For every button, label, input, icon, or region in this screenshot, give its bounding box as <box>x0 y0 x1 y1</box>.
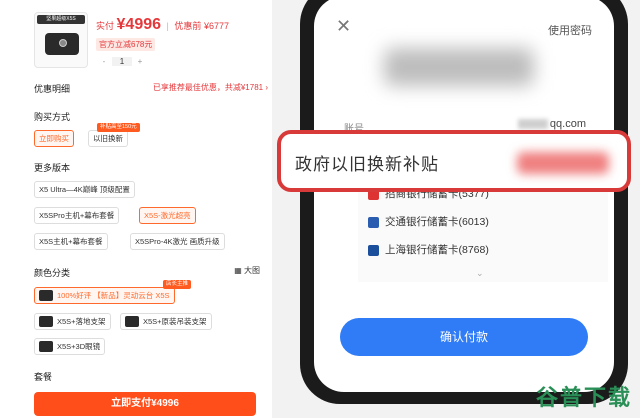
purchase-method-title: 购买方式 <box>34 112 71 122</box>
color-option[interactable]: X5S+原装吊装支架 <box>120 313 212 330</box>
color-option[interactable]: X5S+3D眼镜 <box>34 338 106 355</box>
product-mini-icon <box>125 315 139 327</box>
product-mini-icon <box>39 315 53 327</box>
product-thumbnail[interactable]: 坚果超级X5S <box>34 12 88 68</box>
account-domain: qq.com <box>549 118 586 130</box>
original-price-label: 优惠前 <box>174 21 202 31</box>
discount-title: 优惠明细 <box>34 84 71 94</box>
thumbnail-tag: 坚果超级X5S <box>37 15 85 24</box>
site-watermark: 谷普下载 <box>535 386 632 411</box>
decrease-button[interactable]: - <box>96 57 112 66</box>
color-option-label: X5S+落地支架 <box>57 317 106 326</box>
color-option-label: X5S+3D眼镜 <box>57 342 101 351</box>
color-option-selected[interactable]: 店长主推 100%好评 【新品】灵动云台 X5S <box>34 280 192 304</box>
color-option-label: X5S+原装吊装支架 <box>143 317 207 326</box>
phone-frame: ✕ 使用密码 账号 qq.com 招商银行储蓄卡(5377) 交通银行储蓄卡(6… <box>300 0 628 404</box>
subsidy-badge: 官方立减678元 <box>96 38 156 51</box>
trade-in-label: 以旧换新 <box>93 134 123 143</box>
bank-card-item[interactable]: 上海银行储蓄卡(8768) <box>368 242 489 257</box>
chevron-down-icon[interactable]: ⌄ <box>476 268 484 279</box>
actual-price-label: 实付 <box>96 21 115 31</box>
bank-card-item[interactable]: 交通银行储蓄卡(6013) <box>368 214 489 229</box>
version-option[interactable]: X5 Ultra—4K巅峰 顶级配置 <box>34 181 135 198</box>
bocom-bank-icon <box>368 216 379 228</box>
product-mini-icon <box>39 289 53 301</box>
bos-bank-icon <box>368 244 379 256</box>
subsidy-callout: 政府以旧换新补贴 <box>277 130 631 192</box>
account-value: qq.com <box>517 118 586 130</box>
increase-button[interactable]: + <box>132 57 148 66</box>
versions-title: 更多版本 <box>34 163 71 173</box>
color-option-label: 100%好评 【新品】灵动云台 X5S <box>57 291 170 300</box>
bank-card-list: 招商银行储蓄卡(5377) 交通银行储蓄卡(6013) 上海银行储蓄卡(8768… <box>358 184 608 282</box>
lens-icon <box>59 39 67 47</box>
version-option-selected[interactable]: X5S-激光超亮 <box>139 207 196 224</box>
price-separator: | <box>166 21 169 31</box>
quantity-value[interactable]: 1 <box>112 56 132 66</box>
trade-in-badge: 补贴高至150元 <box>97 123 140 132</box>
blurred-subsidy-amount <box>517 152 609 174</box>
phone-screenshot: ✕ 使用密码 账号 qq.com 招商银行储蓄卡(5377) 交通银行储蓄卡(6… <box>272 0 640 418</box>
actual-price: ¥4996 <box>116 16 162 33</box>
pay-now-button[interactable]: 立即支付¥4996 <box>34 392 256 416</box>
version-option[interactable]: X5S主机+幕布套餐 <box>34 233 108 250</box>
color-category-title: 颜色分类 <box>34 268 71 278</box>
blurred-amount <box>384 48 534 86</box>
bank-card-label: 交通银行储蓄卡(6013) <box>385 216 489 228</box>
confirm-payment-button[interactable]: 确认付款 <box>340 318 588 356</box>
original-price: ¥6777 <box>203 21 229 31</box>
version-option[interactable]: X5SPro主机+幕布套餐 <box>34 207 120 224</box>
payment-screen: ✕ 使用密码 账号 qq.com 招商银行储蓄卡(5377) 交通银行储蓄卡(6… <box>314 0 614 392</box>
product-mini-icon <box>39 340 53 352</box>
big-view-label: 大图 <box>244 266 260 275</box>
grid-icon: ▦ <box>234 266 244 275</box>
color-option[interactable]: X5S+落地支架 <box>34 313 111 330</box>
package-title: 套餐 <box>34 372 53 382</box>
order-panel: 坚果超级X5S 实付 ¥4996 | 优惠前 ¥6777 官方立减678元 - … <box>0 0 272 418</box>
callout-text: 政府以旧换新补贴 <box>295 155 439 174</box>
big-view-toggle[interactable]: ▦ 大图 <box>234 265 260 276</box>
projector-image <box>45 33 79 55</box>
blurred-account <box>517 119 548 130</box>
buy-now-option[interactable]: 立即购买 <box>34 130 74 147</box>
trade-in-option[interactable]: 补贴高至150元 以旧换新 <box>88 123 140 147</box>
store-pick-badge: 店长主推 <box>163 280 192 289</box>
version-option[interactable]: X5SPro-4K激光 画质升级 <box>130 233 225 250</box>
bank-card-label: 上海银行储蓄卡(8768) <box>385 244 489 256</box>
price-row: 实付 ¥4996 | 优惠前 ¥6777 <box>96 16 229 34</box>
use-password-link[interactable]: 使用密码 <box>548 22 592 38</box>
quantity-stepper: - 1 + <box>96 54 148 68</box>
close-icon[interactable]: ✕ <box>336 16 351 37</box>
discount-detail-link[interactable]: 已享推荐最佳优惠，共减¥1781 › <box>153 82 268 93</box>
